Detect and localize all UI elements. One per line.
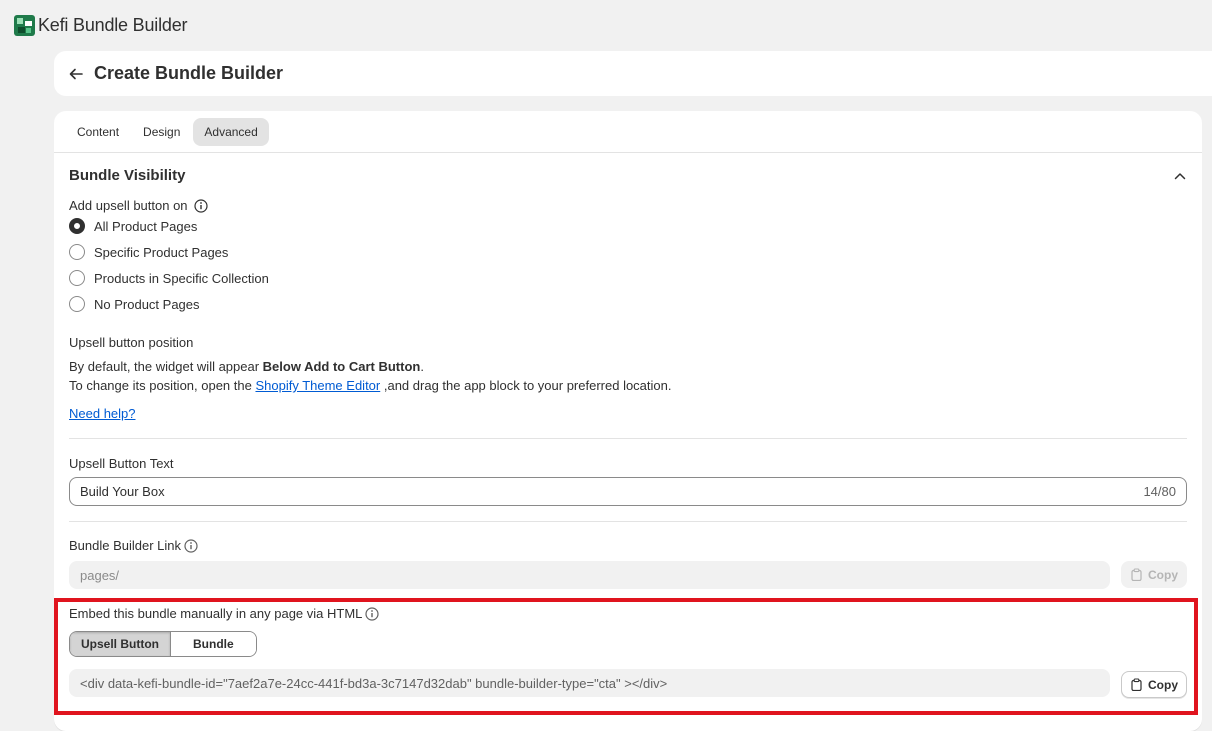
add-upsell-label: Add upsell button on [69, 198, 188, 213]
radio-label: Products in Specific Collection [94, 270, 269, 286]
embed-code-field[interactable]: <div data-kefi-bundle-id="7aef2a7e-24cc-… [69, 669, 1110, 697]
copy-link-button[interactable]: Copy [1121, 561, 1187, 588]
shopify-theme-editor-link[interactable]: Shopify Theme Editor [255, 378, 380, 393]
section-title: Bundle Visibility [69, 167, 186, 184]
app-bar: Kefi Bundle Builder [0, 0, 1212, 50]
input-value: Build Your Box [80, 484, 165, 499]
character-counter: 14/80 [1143, 484, 1176, 499]
page-header: Create Bundle Builder [54, 51, 1212, 96]
embed-code: <div data-kefi-bundle-id="7aef2a7e-24cc-… [80, 675, 668, 691]
bundle-link-label-row: Bundle Builder Link [69, 538, 198, 553]
radio-specific-collection[interactable]: Products in Specific Collection [69, 270, 269, 286]
bundle-link-label: Bundle Builder Link [69, 538, 182, 553]
tab-advanced[interactable]: Advanced [193, 117, 269, 146]
copy-label: Copy [1148, 567, 1178, 582]
radio-no-product-pages[interactable]: No Product Pages [69, 296, 200, 312]
position-text: To change its position, open the [69, 378, 256, 393]
clipboard-icon [1131, 568, 1142, 581]
position-text-end: ,and drag the app block to your preferre… [380, 378, 672, 393]
position-default: Below Add to Cart Button [262, 359, 421, 374]
position-label: Upsell button position [69, 335, 194, 350]
radio-label: No Product Pages [94, 296, 200, 312]
embed-label: Embed this bundle manually in any page v… [69, 606, 363, 621]
tab-design[interactable]: Design [132, 118, 191, 146]
segment-bundle[interactable]: Bundle [170, 632, 256, 656]
app-title: Kefi Bundle Builder [38, 14, 188, 35]
position-description-1: By default, the widget will appear Below… [69, 357, 424, 376]
upsell-text-label: Upsell Button Text [69, 456, 174, 471]
add-upsell-label-row: Add upsell button on [69, 198, 208, 213]
radio-label: Specific Product Pages [94, 244, 229, 260]
radio-label: All Product Pages [94, 218, 198, 234]
radio-button[interactable] [69, 296, 85, 312]
divider [69, 438, 1187, 439]
info-icon[interactable] [193, 198, 208, 213]
field-value: pages/ [80, 567, 120, 583]
info-icon[interactable] [184, 538, 198, 553]
radio-specific-product-pages[interactable]: Specific Product Pages [69, 244, 228, 260]
info-icon[interactable] [365, 606, 379, 621]
radio-all-product-pages[interactable]: All Product Pages [69, 218, 197, 234]
tab-content[interactable]: Content [66, 118, 130, 146]
copy-embed-button[interactable]: Copy [1121, 671, 1187, 698]
upsell-button-text-input[interactable]: Build Your Box 14/80 [69, 477, 1187, 506]
divider [69, 521, 1187, 522]
radio-button[interactable] [69, 270, 85, 286]
radio-button[interactable] [69, 244, 85, 260]
position-text: By default, the widget will appear [69, 359, 263, 374]
segment-upsell-button[interactable]: Upsell Button [70, 632, 170, 656]
page-title: Create Bundle Builder [94, 63, 284, 83]
settings-card: Content Design Advanced Bundle Visibilit… [54, 111, 1202, 731]
need-help-link[interactable]: Need help? [69, 404, 136, 423]
position-description-2: To change its position, open the Shopify… [69, 376, 672, 395]
embed-type-segmented-control: Upsell Button Bundle [69, 631, 257, 657]
bundle-link-field[interactable]: pages/ [69, 561, 1110, 589]
embed-label-row: Embed this bundle manually in any page v… [69, 606, 379, 621]
kefi-logo-icon [14, 14, 35, 36]
radio-button[interactable] [69, 218, 85, 234]
tab-bar: Content Design Advanced [54, 111, 1202, 153]
bundle-visibility-header[interactable]: Bundle Visibility [69, 167, 1187, 184]
position-text-end: . [420, 359, 424, 374]
chevron-up-icon[interactable] [1173, 169, 1187, 183]
clipboard-icon [1131, 678, 1142, 691]
arrow-left-icon[interactable] [68, 66, 84, 82]
copy-label: Copy [1148, 677, 1178, 692]
